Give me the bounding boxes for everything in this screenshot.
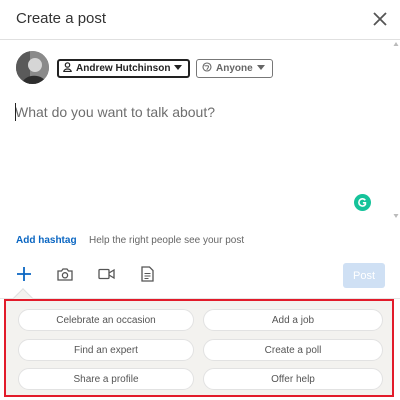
post-placeholder: What do you want to talk about?	[15, 104, 216, 120]
caret-down-icon	[256, 63, 265, 74]
grammarly-icon[interactable]	[354, 194, 371, 211]
suggestion-chip-find-expert[interactable]: Find an expert	[18, 339, 194, 361]
close-icon[interactable]	[369, 8, 391, 30]
globe-icon	[202, 62, 212, 75]
add-hashtag-link[interactable]: Add hashtag	[16, 235, 77, 246]
avatar	[16, 51, 49, 84]
author-selector[interactable]: Andrew Hutchinson	[57, 59, 190, 78]
suggestion-chip-add-job[interactable]: Add a job	[203, 309, 383, 331]
author-name: Andrew Hutchinson	[76, 63, 171, 74]
suggestion-chip-create-poll[interactable]: Create a poll	[203, 339, 383, 361]
document-icon[interactable]	[137, 264, 157, 284]
caret-down-icon	[174, 63, 183, 74]
text-cursor	[15, 103, 16, 121]
audience-selector[interactable]: Anyone	[196, 59, 273, 78]
dialog-title: Create a post	[16, 10, 107, 27]
suggestion-chip-celebrate-occasion[interactable]: Celebrate an occasion	[18, 309, 194, 331]
hashtag-help-text: Help the right people see your post	[89, 235, 245, 246]
scrollbar[interactable]	[392, 40, 400, 222]
person-icon	[63, 62, 72, 75]
post-text-area[interactable]: What do you want to talk about?	[15, 103, 385, 128]
video-icon[interactable]	[96, 264, 116, 284]
suggestions-panel: Celebrate an occasion Add a job Find an …	[4, 299, 394, 397]
post-button[interactable]: Post	[343, 263, 385, 288]
suggestion-chip-offer-help[interactable]: Offer help	[203, 368, 383, 390]
plus-icon[interactable]	[14, 264, 34, 284]
dialog-header: Create a post	[0, 0, 400, 40]
camera-icon[interactable]	[55, 264, 75, 284]
suggestion-chip-share-profile[interactable]: Share a profile	[18, 368, 194, 390]
audience-label: Anyone	[216, 63, 253, 74]
